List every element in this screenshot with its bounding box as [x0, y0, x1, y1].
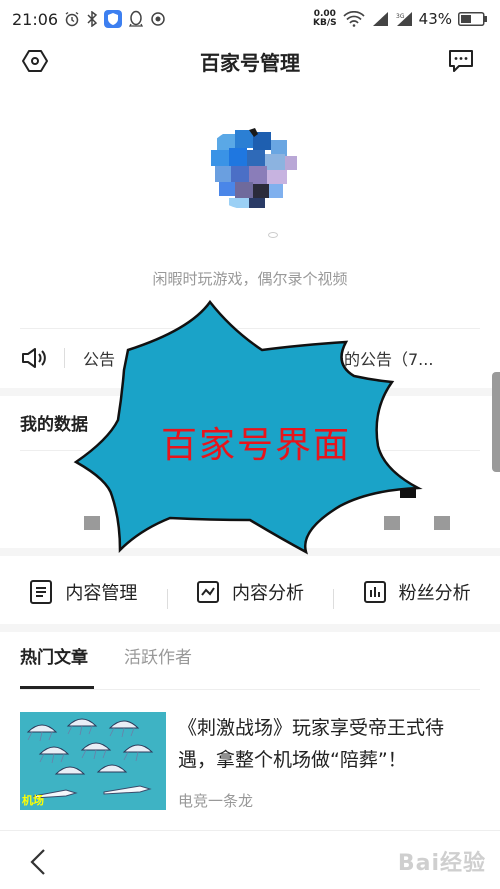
- tab-active-authors[interactable]: 活跃作者: [124, 640, 192, 676]
- tools-row: 内容管理 内容分析 粉丝分析: [0, 572, 500, 612]
- section-gap: [0, 388, 500, 396]
- settings-button[interactable]: [20, 46, 50, 76]
- tool-label: 内容分析: [232, 583, 304, 604]
- scrollbar-handle[interactable]: [492, 372, 500, 472]
- bluetooth-icon: [86, 11, 98, 27]
- notice-bar[interactable]: 公告 作弊账号的公告（7...: [20, 342, 480, 374]
- article-title: 《刺激战场》玩家享受帝王式待遇，拿整个机场做“陪葬”！: [178, 717, 445, 771]
- section-gap: [0, 624, 500, 632]
- section-gap: [0, 548, 500, 556]
- pixelated-avatar-image: [203, 126, 299, 210]
- page-title: 百家号管理: [200, 50, 300, 75]
- tool-label: 内容管理: [65, 583, 138, 604]
- divider: [20, 328, 480, 329]
- annotation-text: 百家号界面: [161, 425, 352, 466]
- article-author: 电竞一条龙: [178, 792, 254, 810]
- chat-bubble-icon: [449, 50, 473, 72]
- sync-icon: [150, 11, 166, 27]
- chevron-left-icon: [30, 849, 45, 875]
- signal-icon: [371, 11, 389, 27]
- network-speed: 0.00 KB/S: [313, 10, 337, 28]
- message-button[interactable]: [446, 46, 476, 76]
- bar-chart-icon: [363, 581, 386, 603]
- fans-analysis-button[interactable]: 粉丝分析: [333, 579, 500, 609]
- shield-app-icon: [104, 10, 123, 28]
- svg-text:3G: 3G: [396, 13, 405, 20]
- avatar[interactable]: [203, 126, 299, 210]
- notice-label: 公告: [83, 350, 116, 369]
- signal-3g-icon: 3G: [395, 11, 413, 27]
- data-value-placeholder: [434, 516, 450, 530]
- hexagon-settings-icon: [22, 50, 48, 72]
- data-value-placeholder: [84, 516, 100, 530]
- back-button[interactable]: [26, 847, 50, 877]
- battery-icon: [458, 12, 488, 26]
- watermark: Bai经验: [397, 851, 486, 876]
- battery-percent: 43%: [418, 10, 452, 28]
- qq-icon: [128, 10, 144, 28]
- content-analysis-button[interactable]: 内容分析: [166, 579, 334, 609]
- notice-separator: [64, 348, 65, 368]
- tab-hot-articles[interactable]: 热门文章: [20, 640, 88, 676]
- my-data-title: 我的数据: [20, 415, 88, 435]
- document-icon: [30, 580, 53, 604]
- thumbnail-tag: 机场: [22, 794, 44, 807]
- chart-line-icon: [197, 581, 219, 603]
- content-management-button[interactable]: 内容管理: [0, 579, 167, 605]
- profile-bio: 闲暇时玩游戏，偶尔录个视频: [152, 270, 348, 288]
- speaker-icon: [20, 346, 48, 370]
- tool-label: 粉丝分析: [398, 583, 471, 604]
- status-time: 21:06: [12, 9, 59, 29]
- article-item[interactable]: 机场 《刺激战场》玩家享受帝王式待遇，拿整个机场做“陪葬”！ 电竞一条龙: [20, 712, 480, 812]
- notice-text: 作弊账号的公告（7...: [280, 350, 434, 369]
- article-thumbnail: 机场: [20, 712, 166, 810]
- data-value-placeholder: [384, 516, 400, 530]
- article-tabs: 热门文章 活跃作者: [20, 640, 192, 690]
- alarm-icon: [64, 11, 80, 27]
- app-header: 百家号管理: [0, 38, 500, 84]
- wifi-icon: [343, 11, 365, 27]
- status-bar: 21:06 0.00 KB/S 3G 43%: [0, 0, 500, 38]
- bottom-navigation: Bai经验: [0, 830, 500, 889]
- data-value-placeholder: [400, 486, 416, 498]
- net-speed-unit: KB/S: [313, 18, 337, 28]
- divider: [20, 689, 480, 690]
- avatar-indicator: [268, 232, 278, 238]
